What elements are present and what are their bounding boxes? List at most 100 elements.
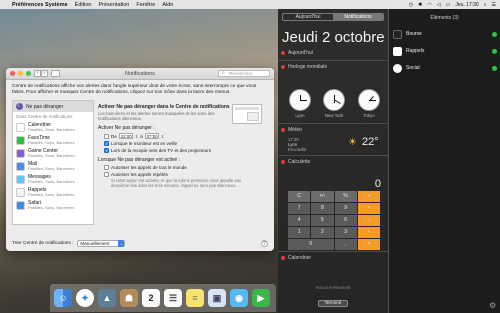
calc-key[interactable]: 2 [311,227,334,238]
remove-icon[interactable] [281,128,285,132]
show-all-button[interactable] [51,70,60,77]
app-sub: Pastilles, Sons, Bannières [28,165,75,171]
bluetooth-icon[interactable]: ✱ [418,2,422,8]
calls-repeat-checkbox[interactable] [104,172,109,177]
preview-icon[interactable]: ▣ [208,289,226,307]
remove-icon[interactable] [281,51,285,55]
list-section-header: Dans Centre de notifications [16,114,73,119]
calls-all-checkbox[interactable] [104,165,109,170]
minimize-button[interactable] [18,71,23,76]
done-button[interactable]: Terminé [318,300,348,307]
menu-edit[interactable]: Édition [75,2,92,8]
app-list[interactable]: ☾ Ne pas déranger Dans Centre de notific… [12,100,94,225]
photo-icon[interactable]: ▲ [98,289,116,307]
wifi-icon[interactable]: ◠ [427,2,431,8]
calc-key[interactable]: + [357,227,380,238]
reminders-icon[interactable]: ☰ [164,289,182,307]
calc-key[interactable]: 0 [288,239,334,250]
remove-icon[interactable] [281,160,285,164]
search-input[interactable]: ⌕ Rechercher [218,70,270,77]
sort-select[interactable]: Manuellement ⌄ [77,240,126,247]
schedule-checkbox[interactable] [104,133,109,139]
app-list-item[interactable]: Mail Pastilles, Sons, Bannières [13,160,93,173]
gear-icon[interactable]: ⚙ [489,301,496,310]
menu-window[interactable]: Fenêtre [136,2,155,8]
to-stepper-icon[interactable]: ⇕ [161,134,164,139]
calendar-icon[interactable]: 2 [142,289,160,307]
app-list-item[interactable]: Rappels Pastilles, Sons, Bannières [13,186,93,199]
finder-icon[interactable]: ☺ [54,289,72,307]
calls-repeat-row: Autoriser les appels répétés [98,172,268,177]
app-list-item[interactable]: Safari Pastilles, Sons, Bannières [13,199,93,212]
from-time-field[interactable]: 22:00 [118,133,133,139]
calc-key[interactable]: 1 [288,227,311,238]
dock: ☺ ✦ ▲ ☗ 2 ☰ ≡ ▣ ◉ ▶ [50,284,276,312]
to-time-field[interactable]: 07:00 [144,133,159,139]
app-list-item[interactable]: Game Center Pastilles, Sons, Bannières [13,147,93,160]
calc-key[interactable]: +/- [311,191,334,202]
menu-view[interactable]: Présentation [98,2,129,8]
sort-value: Manuellement [80,241,110,246]
messages-icon[interactable]: ◉ [230,289,248,307]
back-button[interactable]: ‹ [34,70,41,77]
add-icon[interactable] [492,48,497,54]
calc-key[interactable]: 4 [288,215,311,226]
calc-key[interactable]: − [357,215,380,226]
calc-key[interactable]: 3 [334,227,357,238]
spotlight-icon[interactable]: ⌕ [484,2,487,8]
clock-face-icon [358,89,380,111]
contacts-icon[interactable]: ☗ [120,289,138,307]
calc-key[interactable]: % [334,191,357,202]
safari-icon[interactable]: ✦ [76,289,94,307]
volume-icon[interactable]: ◁ [437,2,441,8]
calc-key[interactable]: = [357,239,380,250]
tab-today[interactable]: Aujourd'hui [283,14,333,20]
mirror-checkbox[interactable]: ✓ [104,148,109,153]
details-pane: Activer Ne pas déranger dans le Centre d… [98,100,268,225]
calc-key[interactable]: , [334,239,357,250]
forward-button[interactable]: › [41,70,48,77]
calc-key[interactable]: ÷ [357,191,380,202]
calc-key[interactable]: 5 [311,215,334,226]
app-list-item[interactable]: Messages Pastilles, Sons, Bannières [13,173,93,186]
dnd-item[interactable]: ☾ Ne pas déranger [13,101,93,112]
panes: ☾ Ne pas déranger Dans Centre de notific… [6,100,274,225]
calls-repeat-label: Autoriser les appels répétés [111,172,168,177]
notification-center: Aujourd'hui Notifications Jeudi 2 octobr… [278,9,500,313]
calc-key[interactable]: 7 [288,203,311,214]
app-sub: Pastilles, Sons, Bannières [28,191,75,197]
sleep-checkbox[interactable]: ✓ [104,141,109,146]
app-list-item[interactable]: Calendrier Pastilles, Sons, Bannières [13,121,93,134]
widget-rappels[interactable]: Rappels [393,46,497,56]
menu-clock[interactable]: Jeu. 17:30 [455,2,478,8]
app-text: FaceTime Pastilles, Sons, Bannières [28,135,74,146]
notes-icon[interactable]: ≡ [186,289,204,307]
help-button[interactable]: ? [261,240,268,247]
menu-app[interactable]: Préférences Système [12,2,68,8]
add-icon[interactable] [492,65,497,71]
calc-key[interactable]: × [357,203,380,214]
battery-icon[interactable]: ▭ [446,2,451,8]
tab-notifications[interactable]: Notifications [333,14,383,20]
widget-bourse[interactable]: Bourse [393,29,497,39]
remove-icon[interactable] [281,65,285,69]
calc-key[interactable]: 9 [334,203,357,214]
notification-center-icon[interactable]: ☰ [492,2,496,8]
menu-help[interactable]: Aide [162,2,173,8]
widget-social[interactable]: Social [393,63,497,73]
calc-key[interactable]: 8 [311,203,334,214]
nc-tabs: Aujourd'hui Notifications [282,13,384,21]
calc-key[interactable]: C [288,191,311,202]
from-stepper-icon[interactable]: ⇕ [135,134,138,139]
calc-key[interactable]: 6 [334,215,357,226]
zoom-button[interactable] [26,71,31,76]
intro-text: Centre de notifications affiche vos aler… [12,84,257,95]
app-icon [16,149,25,158]
bottom-bar: Trier Centre de notifications : Manuelle… [12,240,268,247]
remove-icon[interactable] [281,256,285,260]
app-list-item[interactable]: FaceTime Pastilles, Sons, Bannières [13,134,93,147]
add-icon[interactable] [492,31,497,37]
close-button[interactable] [10,71,15,76]
time-machine-icon[interactable]: ◷ [409,2,413,8]
facetime-icon[interactable]: ▶ [252,289,270,307]
